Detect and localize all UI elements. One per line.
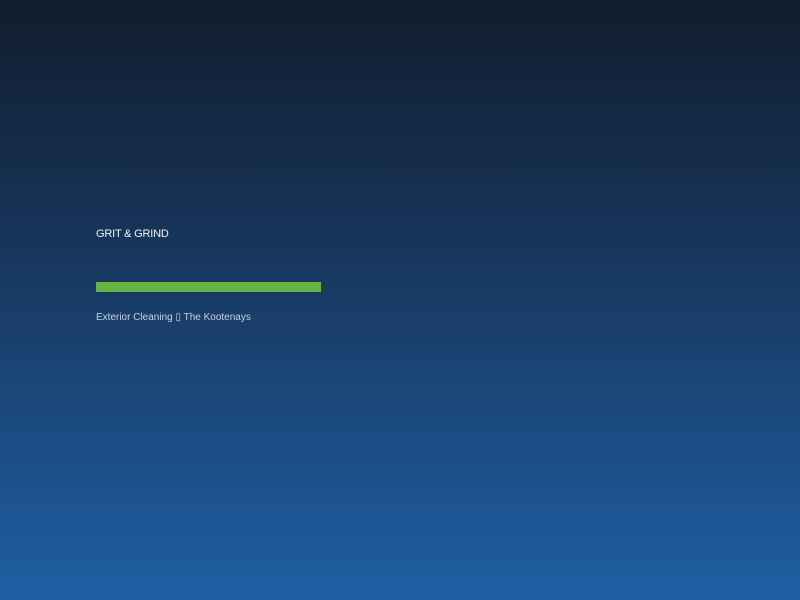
tagline: Exterior Cleaning ▯ The Kootenays [96, 312, 251, 323]
brand-name: GRIT & GRIND [96, 228, 169, 240]
splash-screen: GRIT & GRIND Exterior Cleaning ▯ The Koo… [96, 228, 496, 323]
loading-progress-fill [96, 282, 321, 292]
loading-progress-bar [96, 282, 321, 292]
